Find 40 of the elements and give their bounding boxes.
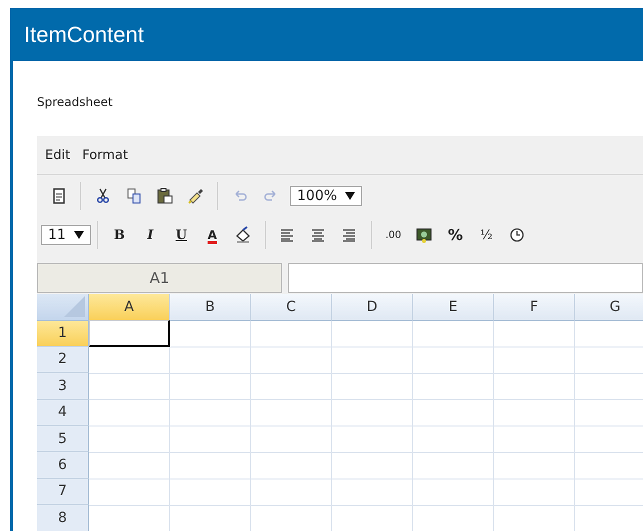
decimal-button[interactable]: .00 [378,222,409,248]
column-header[interactable]: D [332,294,413,321]
section-label: Spreadsheet [37,96,114,108]
font-size-dropdown[interactable]: 11 [41,225,91,245]
corner-triangle-icon [64,296,85,317]
paste-icon [156,187,174,205]
clock-icon [508,226,526,244]
menu-item[interactable]: Format [78,146,132,164]
row-header[interactable]: 3 [37,373,89,400]
name-box[interactable]: A1 [37,263,282,293]
percent-button[interactable]: % [440,222,471,248]
column-header[interactable]: E [413,294,494,321]
font-color-button[interactable]: A [196,222,228,248]
column-header[interactable]: C [251,294,332,321]
menu-item[interactable]: Edit [41,146,74,164]
money-icon [415,226,434,244]
cell-grid[interactable]: A B C D E F G 1 2 3 4 5 6 7 8 [37,294,643,531]
dropdown-arrow-icon [345,192,356,200]
column-header[interactable]: B [170,294,251,321]
italic-button[interactable]: I [134,222,166,248]
row-header[interactable]: 5 [37,426,89,452]
row-header[interactable]: 1 [37,320,89,347]
row-header[interactable]: 8 [37,505,89,531]
paint-bucket-icon [234,226,252,244]
row-header[interactable]: 4 [37,400,89,426]
underline-button[interactable]: U [166,222,197,248]
selected-cell[interactable] [89,320,170,347]
zoom-dropdown[interactable]: 100% [290,186,362,206]
column-header[interactable]: G [575,294,643,321]
copy-icon [124,187,142,205]
row-header[interactable]: 2 [37,346,89,374]
dropdown-arrow-icon [74,231,84,239]
fraction-button[interactable]: ½ [470,222,502,248]
column-header[interactable]: A [89,294,170,321]
window-title: ItemContent [23,20,145,48]
bold-button[interactable]: B [104,222,135,248]
brush-icon [186,187,204,205]
row-header[interactable]: 6 [37,452,89,479]
column-header[interactable]: F [494,294,575,321]
row-header[interactable]: 7 [37,478,89,506]
